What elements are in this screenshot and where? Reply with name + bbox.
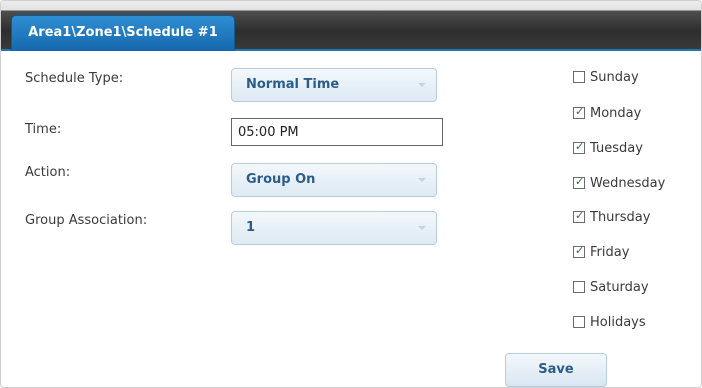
tab-schedule[interactable]: Area1\Zone1\Schedule #1 bbox=[11, 15, 235, 51]
checkmark-icon: ✓ bbox=[575, 175, 585, 188]
save-button[interactable]: Save bbox=[505, 353, 607, 387]
checkmark-icon: ✓ bbox=[575, 140, 585, 153]
checkbox-sunday[interactable] bbox=[573, 71, 585, 83]
action-select[interactable]: Group On bbox=[231, 163, 437, 197]
day-label: Friday bbox=[590, 244, 630, 260]
day-option-tuesday[interactable]: ✓ Tuesday bbox=[573, 139, 643, 157]
chevron-down-icon bbox=[418, 178, 426, 182]
day-option-holidays[interactable]: Holidays bbox=[573, 313, 646, 331]
checkbox-wednesday[interactable]: ✓ bbox=[573, 175, 585, 189]
day-option-sunday[interactable]: Sunday bbox=[573, 68, 639, 86]
day-option-thursday[interactable]: ✓ Thursday bbox=[573, 208, 650, 226]
chevron-down-icon bbox=[418, 83, 426, 87]
day-label: Sunday bbox=[590, 69, 639, 85]
action-label: Action: bbox=[25, 165, 71, 180]
checkbox-friday[interactable]: ✓ bbox=[573, 244, 585, 258]
day-option-friday[interactable]: ✓ Friday bbox=[573, 243, 629, 261]
day-option-monday[interactable]: ✓ Monday bbox=[573, 104, 641, 122]
day-label: Tuesday bbox=[590, 140, 643, 156]
checkbox-holidays[interactable] bbox=[573, 316, 585, 328]
day-label: Thursday bbox=[590, 209, 651, 225]
day-label: Monday bbox=[590, 105, 642, 121]
time-label: Time: bbox=[25, 122, 62, 137]
group-association-value: 1 bbox=[246, 220, 256, 235]
group-association-label: Group Association: bbox=[25, 213, 148, 228]
checkbox-tuesday[interactable]: ✓ bbox=[573, 140, 585, 154]
checkbox-saturday[interactable] bbox=[573, 281, 585, 293]
tab-strip: Area1\Zone1\Schedule #1 bbox=[1, 1, 701, 51]
schedule-panel: Area1\Zone1\Schedule #1 Schedule Type: N… bbox=[0, 0, 702, 388]
checkbox-monday[interactable]: ✓ bbox=[573, 105, 585, 119]
day-label: Holidays bbox=[590, 314, 646, 330]
checkmark-icon: ✓ bbox=[575, 244, 585, 257]
checkmark-icon: ✓ bbox=[575, 105, 585, 118]
action-value: Group On bbox=[246, 172, 316, 187]
schedule-type-label: Schedule Type: bbox=[25, 71, 124, 86]
group-association-select[interactable]: 1 bbox=[231, 211, 437, 245]
schedule-type-value: Normal Time bbox=[246, 77, 340, 92]
chevron-down-icon bbox=[418, 226, 426, 230]
day-option-saturday[interactable]: Saturday bbox=[573, 278, 649, 296]
checkbox-thursday[interactable]: ✓ bbox=[573, 209, 585, 223]
day-label: Saturday bbox=[590, 279, 649, 295]
day-option-wednesday[interactable]: ✓ Wednesday bbox=[573, 174, 665, 192]
checkmark-icon: ✓ bbox=[575, 209, 585, 222]
time-input[interactable] bbox=[231, 118, 443, 146]
schedule-type-select[interactable]: Normal Time bbox=[231, 68, 437, 102]
day-label: Wednesday bbox=[590, 175, 666, 191]
